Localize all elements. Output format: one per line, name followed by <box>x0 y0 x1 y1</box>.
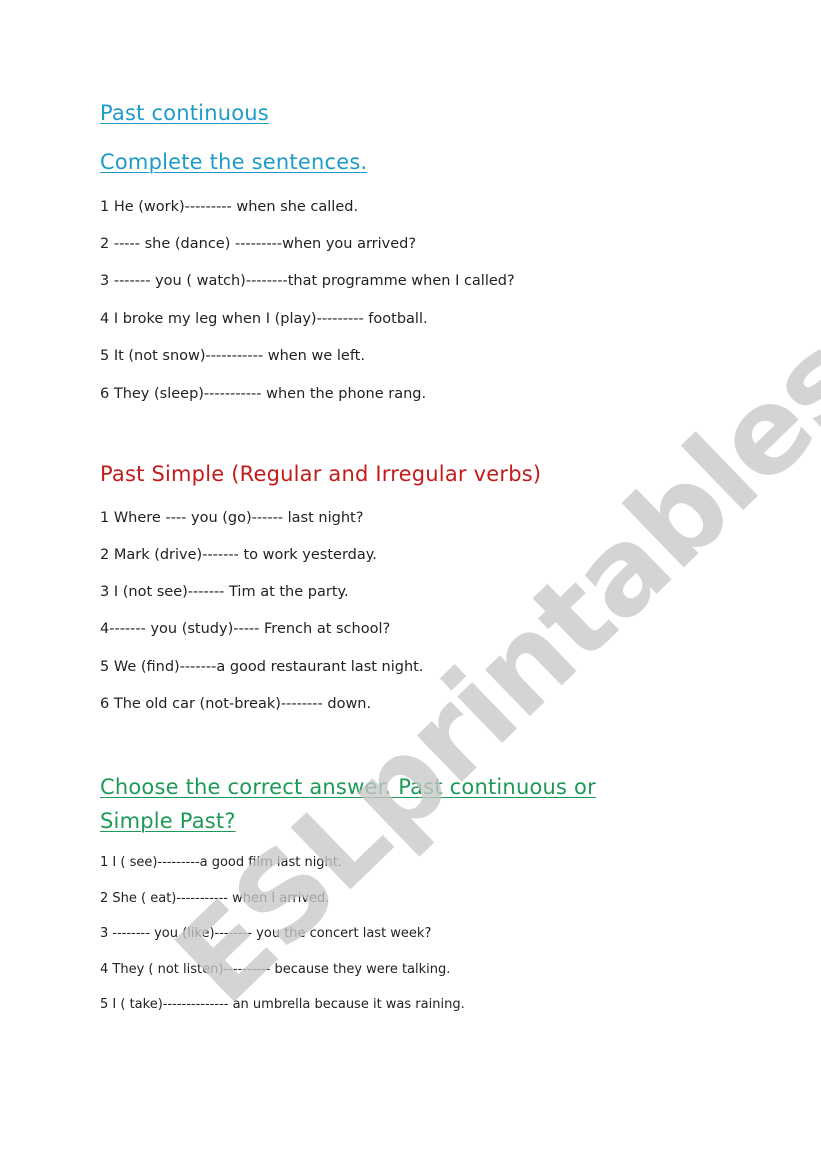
section-instruction: Complete the sentences. <box>100 150 368 174</box>
exercise-line: 3 ------- you ( watch)--------that progr… <box>100 273 515 289</box>
exercise-line: 1 I ( see)---------a good film last nigh… <box>100 855 343 870</box>
exercise-line: 2 She ( eat)----------- when I arrived. <box>100 891 330 906</box>
exercise-line: 5 We (find)-------a good restaurant last… <box>100 659 424 675</box>
exercise-line: 2 ----- she (dance) ---------when you ar… <box>100 236 417 252</box>
exercise-line: 5 It (not snow)----------- when we left. <box>100 348 365 364</box>
section-title-past-continuous: Past continuous <box>100 101 269 125</box>
exercise-line: 3 -------- you (like)-------- you the co… <box>100 926 432 941</box>
exercise-line: 6 They (sleep)----------- when the phone… <box>100 386 427 402</box>
section-title-choose-answer-line2: Simple Past? <box>100 809 236 833</box>
section-title-past-simple: Past Simple (Regular and Irregular verbs… <box>100 462 542 486</box>
exercise-line: 2 Mark (drive)------- to work yesterday. <box>100 547 377 563</box>
section-title-choose-answer: Choose the correct answer. Past continuo… <box>100 775 596 799</box>
exercise-line: 4------- you (study)----- French at scho… <box>100 621 391 637</box>
exercise-line: 5 I ( take)-------------- an umbrella be… <box>100 997 465 1012</box>
exercise-line: 6 The old car (not-break)-------- down. <box>100 696 372 712</box>
exercise-line: 1 He (work)--------- when she called. <box>100 199 359 215</box>
worksheet-page: Past continuous Complete the sentences. … <box>0 0 821 1169</box>
exercise-line: 1 Where ---- you (go)------ last night? <box>100 510 364 526</box>
exercise-line: 4 I broke my leg when I (play)--------- … <box>100 311 428 327</box>
exercise-line: 4 They ( not listen)---------- because t… <box>100 962 451 977</box>
exercise-line: 3 I (not see)------- Tim at the party. <box>100 584 349 600</box>
